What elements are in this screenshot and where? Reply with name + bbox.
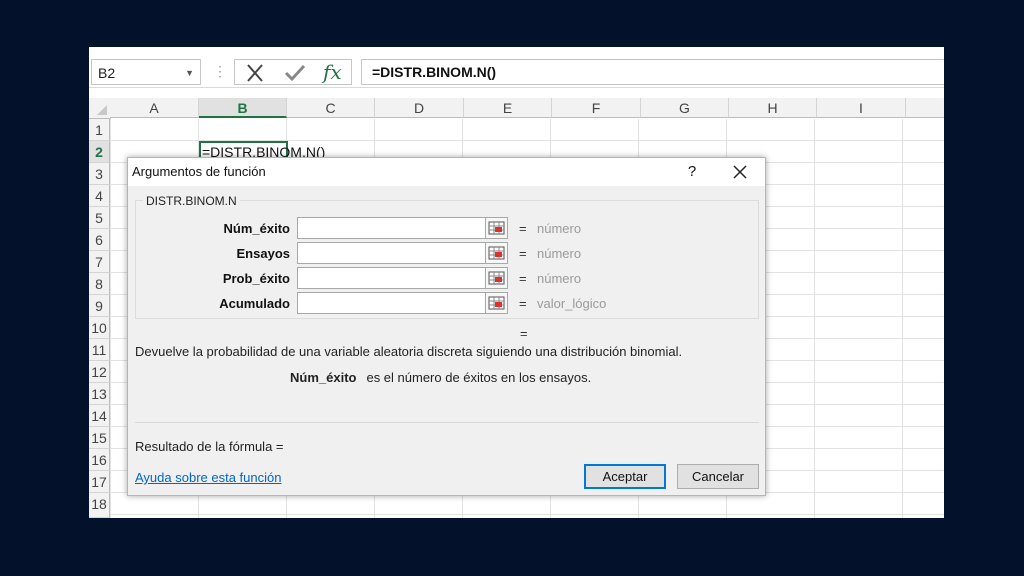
argument-row-ensayos: Ensayos = número (136, 242, 760, 266)
divider (135, 422, 759, 423)
row-header-14[interactable]: 14 (89, 405, 110, 427)
num-exito-input[interactable] (297, 217, 486, 239)
argument-equals: = (519, 296, 527, 311)
collapse-dialog-button[interactable] (486, 242, 508, 264)
column-header-f[interactable]: F (552, 98, 641, 118)
dialog-title: Argumentos de función (132, 164, 266, 179)
argument-label: Prob_éxito (222, 271, 290, 286)
close-icon[interactable] (726, 160, 754, 184)
help-link[interactable]: Ayuda sobre esta función (135, 470, 281, 485)
argument-row-num-exito: Núm_éxito = número (136, 217, 760, 241)
checkmark-icon[interactable] (279, 60, 311, 86)
row-header-1[interactable]: 1 (89, 119, 110, 141)
argument-label: Ensayos (236, 246, 290, 261)
argument-equals: = (519, 271, 527, 286)
function-arguments-dialog: Argumentos de función ? DISTR.BINOM.N Nú… (127, 157, 766, 496)
column-header-i[interactable]: I (817, 98, 906, 118)
collapse-dialog-button[interactable] (486, 292, 508, 314)
name-box[interactable]: B2 ▼ (91, 59, 201, 85)
function-description: Devuelve la probabilidad de una variable… (135, 344, 683, 359)
column-header-c[interactable]: C (287, 98, 375, 118)
row-header-8[interactable]: 8 (89, 273, 110, 295)
argument-equals: = (519, 246, 527, 261)
accept-button[interactable]: Aceptar (584, 464, 666, 489)
row-header-18[interactable]: 18 (89, 493, 110, 518)
row-header-6[interactable]: 6 (89, 229, 110, 251)
chevron-down-icon[interactable]: ▼ (185, 68, 194, 78)
column-header-g[interactable]: G (641, 98, 729, 118)
collapse-dialog-button[interactable] (486, 217, 508, 239)
row-header-10[interactable]: 10 (89, 317, 110, 339)
acumulado-input[interactable] (297, 292, 486, 314)
column-header-j[interactable] (906, 98, 944, 118)
range-select-icon (488, 246, 505, 260)
row-header-7[interactable]: 7 (89, 251, 110, 273)
row-header-17[interactable]: 17 (89, 471, 110, 493)
collapse-dialog-button[interactable] (486, 267, 508, 289)
argument-hint: número (537, 271, 582, 286)
range-select-icon (488, 296, 505, 310)
dialog-titlebar[interactable]: Argumentos de función ? (128, 158, 765, 186)
close-x-icon[interactable] (239, 60, 271, 86)
formula-result-label: Resultado de la fórmula = (135, 439, 284, 454)
row-header-13[interactable]: 13 (89, 383, 110, 405)
cancel-button[interactable]: Cancelar (677, 464, 759, 489)
column-header-a[interactable]: A (110, 98, 199, 118)
argument-hint: valor_lógico (537, 296, 607, 311)
row-header-15[interactable]: 15 (89, 427, 110, 449)
formula-bar-buttons: fx (234, 59, 352, 85)
row-header-9[interactable]: 9 (89, 295, 110, 317)
argument-row-acumulado: Acumulado = valor_lógico (136, 292, 760, 316)
row-header-5[interactable]: 5 (89, 207, 110, 229)
row-header-2[interactable]: 2 (89, 141, 110, 163)
row-header-12[interactable]: 12 (89, 361, 110, 383)
argument-row-prob-exito: Prob_éxito = número (136, 267, 760, 291)
select-all-corner[interactable] (89, 98, 111, 119)
row-header-11[interactable]: 11 (89, 339, 110, 361)
row-header-4[interactable]: 4 (89, 185, 110, 207)
argument-hint: número (537, 246, 582, 261)
function-result-equals: = (520, 326, 528, 341)
argument-equals: = (519, 221, 527, 236)
argument-description: Núm_éxito es el número de éxitos en los e… (290, 370, 591, 385)
argument-label: Acumulado (219, 296, 290, 311)
formula-input[interactable]: =DISTR.BINOM.N() (361, 59, 944, 85)
argument-label: Núm_éxito (223, 221, 290, 236)
column-header-e[interactable]: E (464, 98, 552, 118)
row-header-3[interactable]: 3 (89, 163, 110, 185)
ensayos-input[interactable] (297, 242, 486, 264)
range-select-icon (488, 221, 505, 235)
arguments-group: DISTR.BINOM.N Núm_éxito = número Ensayos (135, 194, 760, 319)
formula-bar-separator[interactable]: ⋮ (213, 63, 227, 80)
row-header-16[interactable]: 16 (89, 449, 110, 471)
function-name-label: DISTR.BINOM.N (143, 194, 240, 208)
name-box-value: B2 (98, 65, 116, 81)
prob-exito-input[interactable] (297, 267, 486, 289)
column-header-h[interactable]: H (729, 98, 817, 118)
column-header-b[interactable]: B (199, 98, 287, 118)
argument-hint: número (537, 221, 582, 236)
help-icon[interactable]: ? (684, 163, 700, 180)
argument-description-name: Núm_éxito (290, 370, 357, 385)
argument-description-text: es el número de éxitos en los ensayos. (366, 370, 592, 385)
fx-icon[interactable]: fx (323, 60, 342, 84)
formula-text: =DISTR.BINOM.N() (372, 64, 497, 80)
formula-bar: B2 ▼ ⋮ fx =DISTR.BINOM.N() (89, 47, 944, 88)
range-select-icon (488, 271, 505, 285)
column-header-d[interactable]: D (375, 98, 464, 118)
